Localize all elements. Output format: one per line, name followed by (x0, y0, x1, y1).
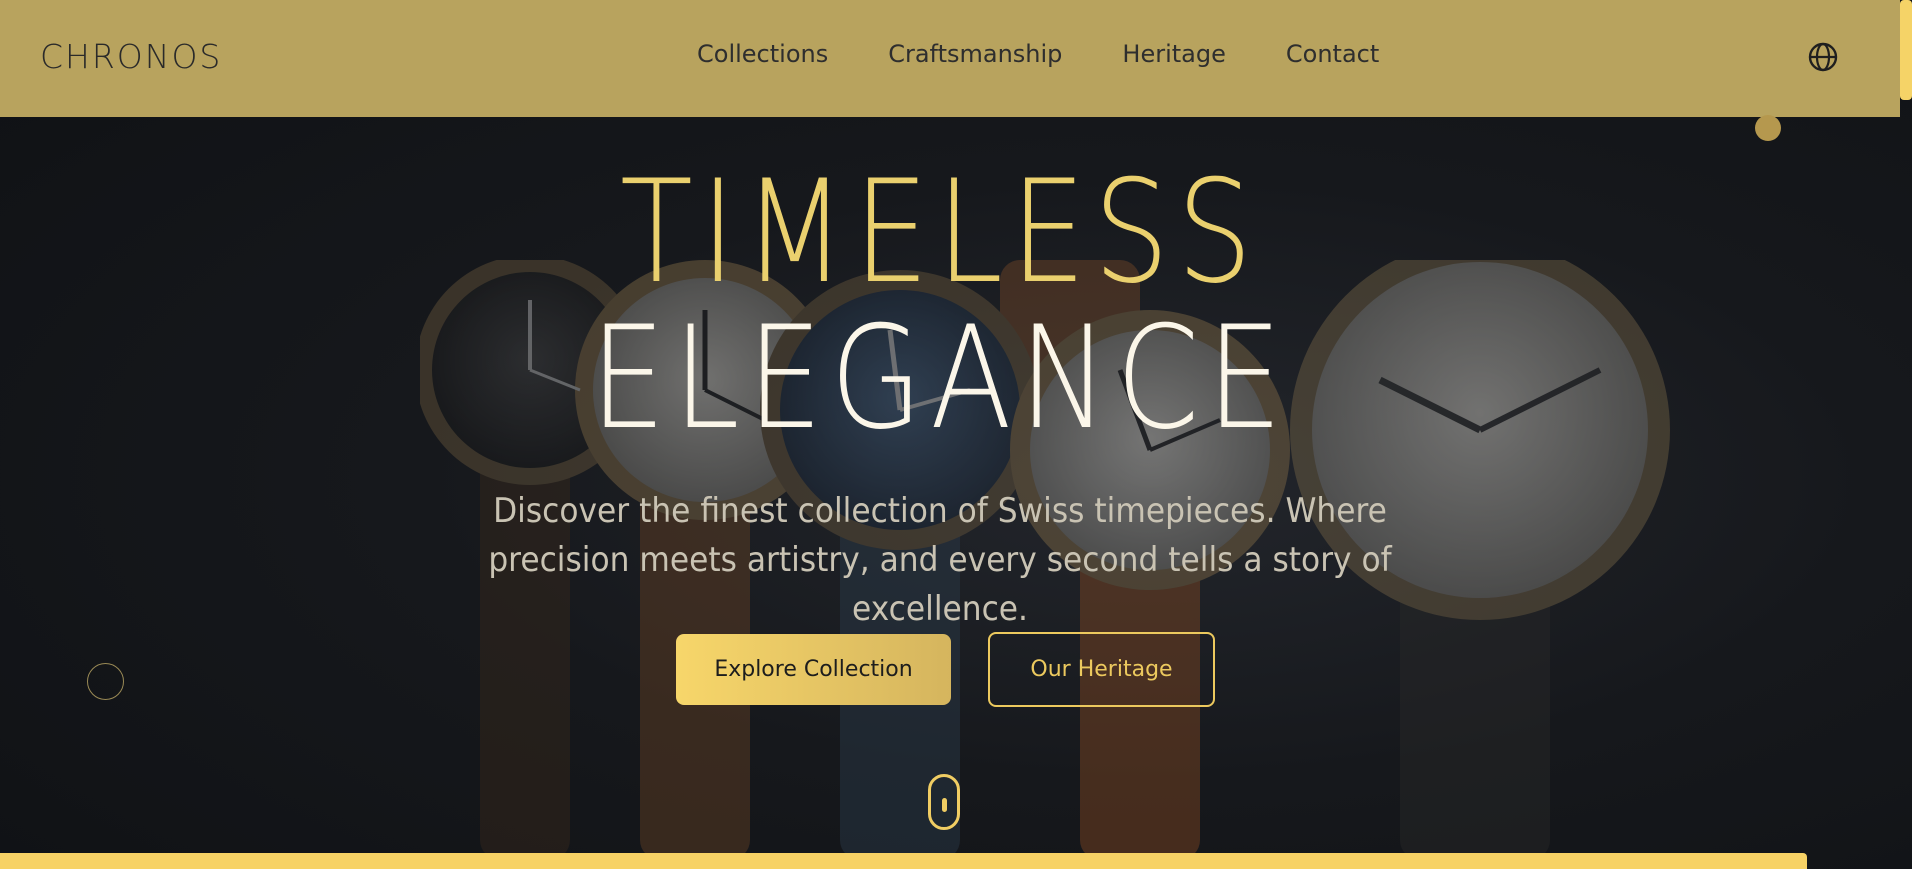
mouse-scroll-icon[interactable] (928, 774, 960, 830)
decorative-ring (87, 663, 124, 700)
brand-logo[interactable]: CHRONOS (40, 37, 222, 76)
bottom-accent-bar (0, 853, 1807, 869)
top-navigation-bar: CHRONOS Collections Craftsmanship Herita… (0, 0, 1900, 117)
explore-collection-button[interactable]: Explore Collection (676, 634, 951, 705)
nav-link-craftsmanship[interactable]: Craftsmanship (888, 40, 1062, 68)
our-heritage-button[interactable]: Our Heritage (988, 632, 1215, 707)
nav-link-contact[interactable]: Contact (1286, 40, 1379, 68)
main-nav: Collections Craftsmanship Heritage Conta… (697, 40, 1439, 68)
hero-subtitle: Discover the finest collection of Swiss … (488, 491, 1392, 629)
hero-title-line-1: TIMELESS (619, 150, 1261, 315)
hero-title-line-2: ELEGANCE (590, 296, 1290, 461)
nav-link-collections[interactable]: Collections (697, 40, 828, 68)
page-scrollbar[interactable] (1900, 0, 1912, 100)
mouse-wheel-indicator (942, 798, 947, 812)
decorative-dot (1755, 115, 1781, 141)
page: CHRONOS Collections Craftsmanship Herita… (0, 0, 1912, 869)
globe-icon[interactable] (1807, 41, 1839, 73)
nav-link-heritage[interactable]: Heritage (1122, 40, 1225, 68)
